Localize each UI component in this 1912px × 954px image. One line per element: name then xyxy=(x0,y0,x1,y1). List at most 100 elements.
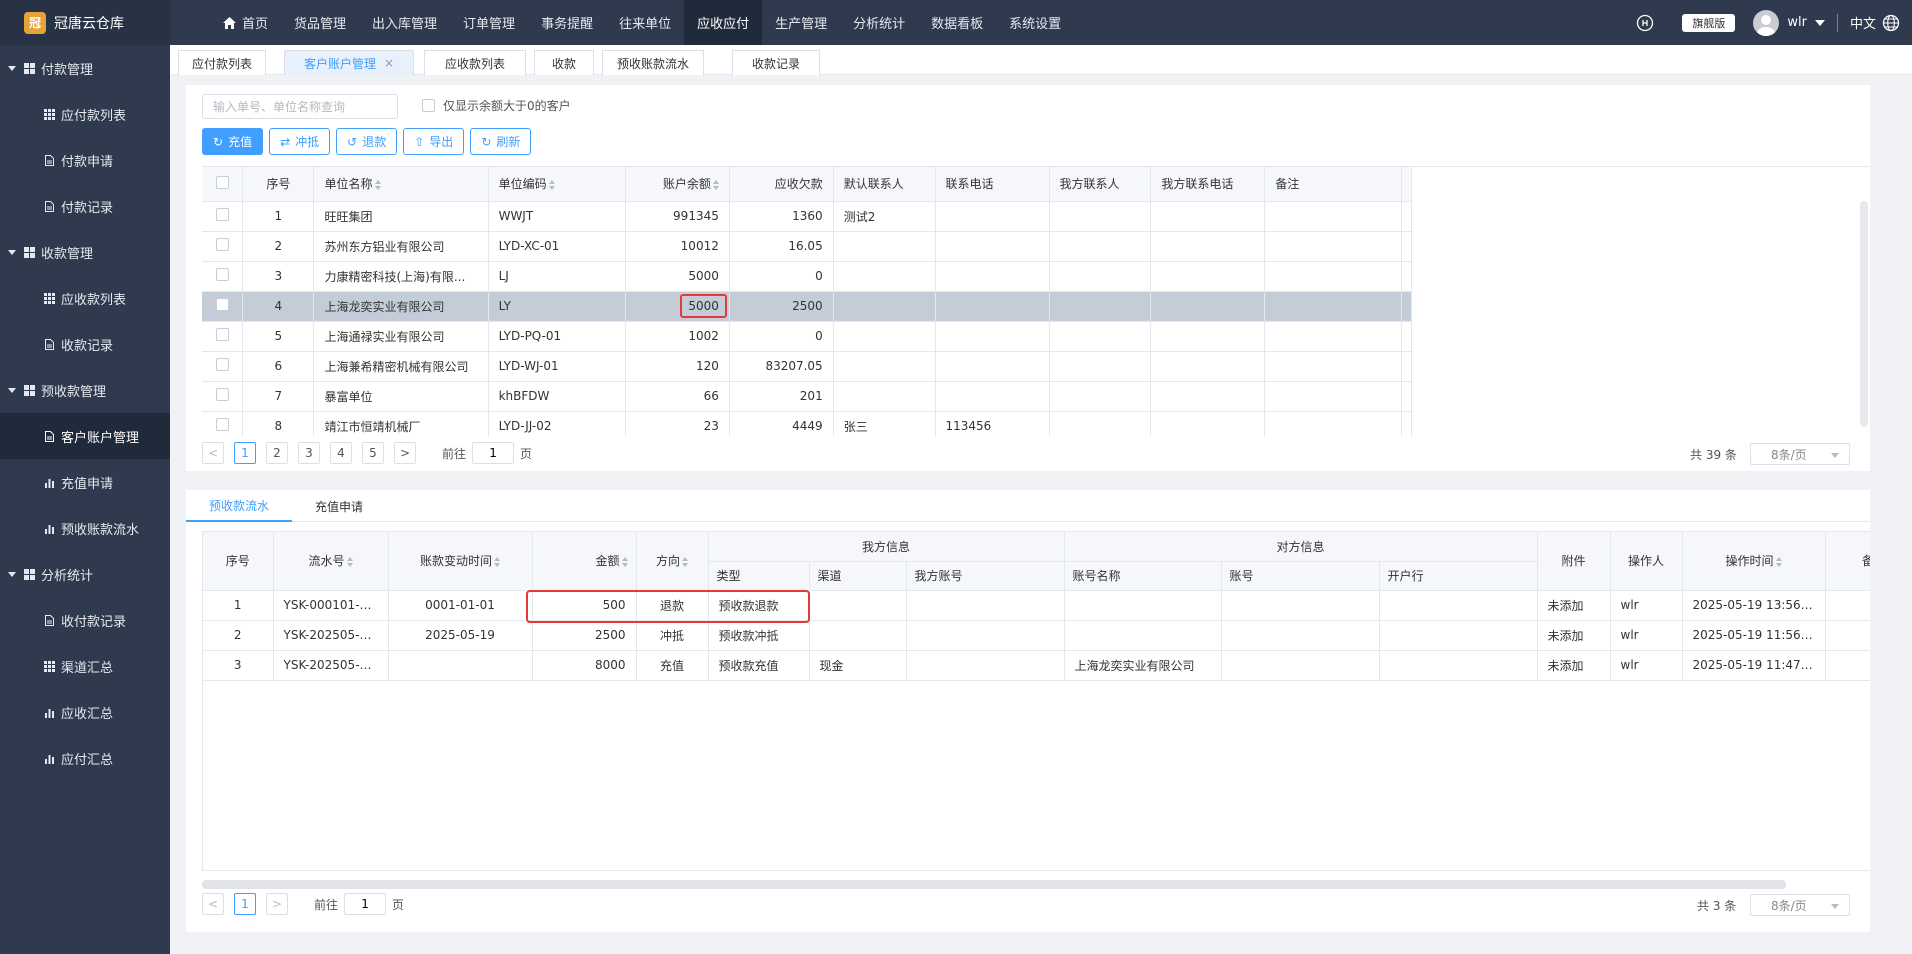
tab-payables-list[interactable]: 应付款列表 xyxy=(178,50,266,75)
table-row[interactable]: 2 苏州东方铝业有限公司 LYD-XC-01 10012 16.05 xyxy=(202,231,1413,262)
next-page-button[interactable]: > xyxy=(394,442,416,464)
sort-icon[interactable] xyxy=(621,556,628,567)
sidebar-item-recharge-request[interactable]: 充值申请 xyxy=(0,459,170,505)
topnav-orders[interactable]: 订单管理 xyxy=(450,0,528,45)
table-row[interactable]: 1 YSK-000101-0... 0001-01-01 500 退款 预收款退款 未添加 w… xyxy=(203,590,1870,621)
sidebar-item-payment-records[interactable]: 付款记录 xyxy=(0,183,170,229)
row-checkbox[interactable] xyxy=(215,268,229,281)
page-1[interactable]: 1 xyxy=(234,893,256,915)
sort-icon[interactable] xyxy=(346,556,353,567)
horizontal-scrollbar[interactable] xyxy=(202,880,1786,889)
topnav-settings[interactable]: 系统设置 xyxy=(996,0,1074,45)
user-name[interactable]: wlr xyxy=(1787,15,1807,30)
col-unit-name[interactable]: 单位名称 xyxy=(313,167,489,202)
topnav-receivables-payables[interactable]: 应收应付 xyxy=(684,0,763,45)
page-size-select[interactable]: 8条/页 xyxy=(1750,894,1850,916)
col-unit-code[interactable]: 单位编码 xyxy=(488,167,627,202)
col-direction[interactable]: 方向 xyxy=(636,532,709,591)
page-4[interactable]: 4 xyxy=(330,442,352,464)
col-flow-no[interactable]: 流水号 xyxy=(273,532,389,591)
row-checkbox[interactable] xyxy=(215,298,229,311)
tab-advance-flow[interactable]: 预收账款流水 xyxy=(602,50,704,75)
topnav-analytics[interactable]: 分析统计 xyxy=(840,0,918,45)
col-operate-time[interactable]: 操作时间 xyxy=(1682,532,1826,591)
topnav-inout[interactable]: 出入库管理 xyxy=(359,0,450,45)
row-checkbox[interactable] xyxy=(215,418,229,431)
col-change-time[interactable]: 账款变动时间 xyxy=(388,532,533,591)
sort-icon[interactable] xyxy=(1775,556,1782,567)
row-select-cell[interactable] xyxy=(202,261,244,292)
topnav-reminders[interactable]: 事务提醒 xyxy=(528,0,606,45)
row-checkbox[interactable] xyxy=(215,358,229,371)
globe-icon[interactable] xyxy=(1882,14,1900,32)
language-switch[interactable]: 中文 xyxy=(1850,13,1876,32)
row-select-cell[interactable] xyxy=(202,381,244,412)
avatar[interactable] xyxy=(1753,9,1780,36)
sidebar-group-advance[interactable]: 预收款管理 xyxy=(0,367,170,413)
app-logo[interactable]: 冠 冠唐云仓库 xyxy=(0,0,170,45)
tab-receipt-records[interactable]: 收款记录 xyxy=(732,50,820,75)
tab-receivables-list[interactable]: 应收款列表 xyxy=(424,50,526,75)
positive-balance-filter[interactable]: 仅显示余额大于0的客户 xyxy=(422,97,571,114)
recharge-button[interactable]: ↻ 充值 xyxy=(202,128,264,155)
sidebar-item-payment-receipt-records[interactable]: 收付款记录 xyxy=(0,597,170,643)
table-row[interactable]: 6 上海兼希精密机械有限公司 LYD-WJ-01 120 83207.05 xyxy=(202,351,1413,382)
table-row[interactable]: 1 旺旺集团 WWJT 991345 1360 测试2 xyxy=(202,201,1413,232)
topnav-goods[interactable]: 货品管理 xyxy=(281,0,359,45)
sidebar-item-payment-request[interactable]: 付款申请 xyxy=(0,137,170,183)
goto-page-input[interactable] xyxy=(344,893,387,915)
topnav-dashboard[interactable]: 数据看板 xyxy=(918,0,996,45)
page-5[interactable]: 5 xyxy=(362,442,384,464)
page-2[interactable]: 2 xyxy=(266,442,288,464)
select-all-checkbox[interactable] xyxy=(215,175,229,189)
prev-page-button[interactable]: < xyxy=(202,442,224,464)
checkbox[interactable] xyxy=(422,99,435,112)
select-all-cell[interactable] xyxy=(202,167,244,202)
vertical-scrollbar[interactable] xyxy=(1860,201,1868,427)
sidebar-item-customer-accounts[interactable]: 客户账户管理 xyxy=(0,413,170,459)
sidebar-item-channel-summary[interactable]: 渠道汇总 xyxy=(0,643,170,689)
goto-page-input[interactable] xyxy=(472,442,515,464)
row-checkbox[interactable] xyxy=(215,328,229,341)
page-size-select[interactable]: 8条/页 xyxy=(1750,443,1850,465)
tab-receipt[interactable]: 收款 xyxy=(534,50,594,75)
refund-button[interactable]: ↺ 退款 xyxy=(336,128,398,155)
tab-customer-accounts[interactable]: 客户账户管理 × xyxy=(284,50,414,75)
row-select-cell[interactable] xyxy=(202,201,244,232)
export-button[interactable]: ⇧ 导出 xyxy=(403,128,465,155)
sidebar-group-analytics[interactable]: 分析统计 xyxy=(0,551,170,597)
row-checkbox[interactable] xyxy=(215,238,229,251)
sort-icon[interactable] xyxy=(712,179,719,190)
chevron-down-icon[interactable] xyxy=(1814,19,1825,26)
sort-icon[interactable] xyxy=(374,179,381,190)
search-input[interactable] xyxy=(202,94,398,119)
sidebar-group-receipt[interactable]: 收款管理 xyxy=(0,229,170,275)
table-row[interactable]: 7 暴富单位 khBFDW 66 201 xyxy=(202,381,1413,412)
tab-advance-flow-detail[interactable]: 预收款流水 xyxy=(186,490,292,522)
table-row[interactable]: 8 靖江市恒靖机械厂 LYD-JJ-02 23 4449 张三 113456 xyxy=(202,411,1413,436)
help-icon[interactable] xyxy=(1636,14,1654,32)
row-select-cell[interactable] xyxy=(202,351,244,382)
row-select-cell[interactable] xyxy=(202,291,244,322)
col-amount[interactable]: 金额 xyxy=(532,532,637,591)
sort-icon[interactable] xyxy=(548,179,555,190)
sidebar-item-receipt-records[interactable]: 收款记录 xyxy=(0,321,170,367)
table-row[interactable]: 5 上海通禄实业有限公司 LYD-PQ-01 1002 0 xyxy=(202,321,1413,352)
row-select-cell[interactable] xyxy=(202,321,244,352)
sidebar-item-receivable-summary[interactable]: 应收汇总 xyxy=(0,689,170,735)
tab-recharge-request-detail[interactable]: 充值申请 xyxy=(294,490,384,522)
row-select-cell[interactable] xyxy=(202,411,244,436)
row-checkbox[interactable] xyxy=(215,208,229,221)
sidebar-item-receivables-list[interactable]: 应收款列表 xyxy=(0,275,170,321)
topnav-home[interactable]: 首页 xyxy=(210,0,281,45)
table-row[interactable]: 3 力康精密科技(上海)有限... LJ 5000 0 xyxy=(202,261,1413,292)
refresh-button[interactable]: ↻ 刷新 xyxy=(470,128,532,155)
sidebar-item-advance-flow[interactable]: 预收账款流水 xyxy=(0,505,170,551)
table-row[interactable]: 2 YSK-202505-0... 2025-05-19 2500 冲抵 预收款冲抵 未添加… xyxy=(203,620,1870,651)
table-row[interactable]: 3 YSK-202505-0... 8000 充值 预收款充值 现金 上海龙奕实业有限公司 未… xyxy=(203,650,1870,681)
topnav-production[interactable]: 生产管理 xyxy=(762,0,840,45)
sidebar-item-payables-list[interactable]: 应付款列表 xyxy=(0,91,170,137)
close-icon[interactable]: × xyxy=(384,56,394,70)
offset-button[interactable]: ⇄ 冲抵 xyxy=(269,128,331,155)
page-1[interactable]: 1 xyxy=(234,442,256,464)
